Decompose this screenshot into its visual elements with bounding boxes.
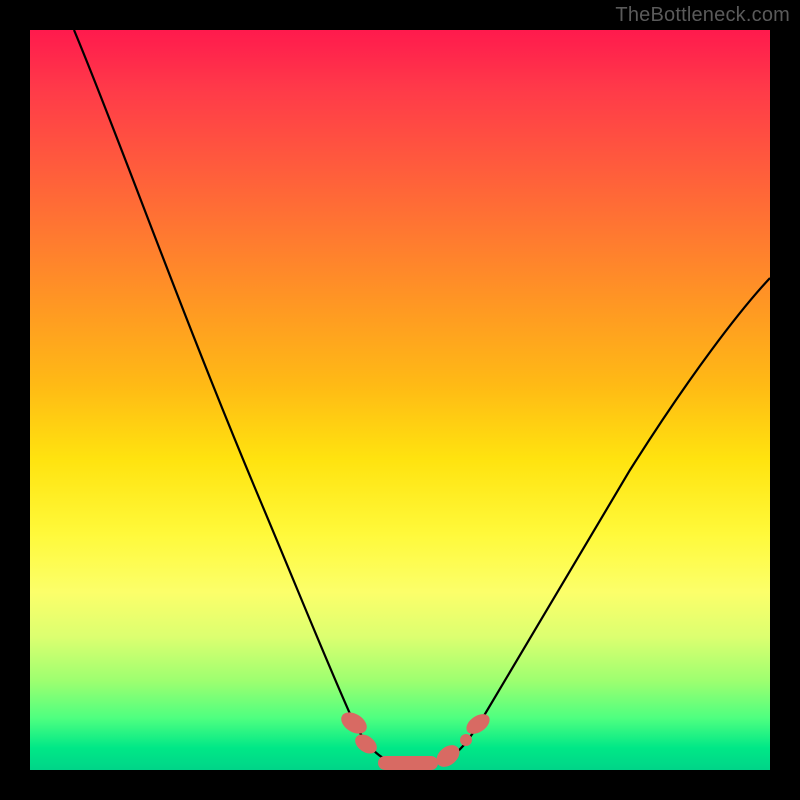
plot-area [30,30,770,770]
bottleneck-curve [30,30,770,770]
watermark-text: TheBottleneck.com [615,4,790,27]
chart-frame: TheBottleneck.com [0,0,800,800]
highlight-dots [30,30,770,770]
